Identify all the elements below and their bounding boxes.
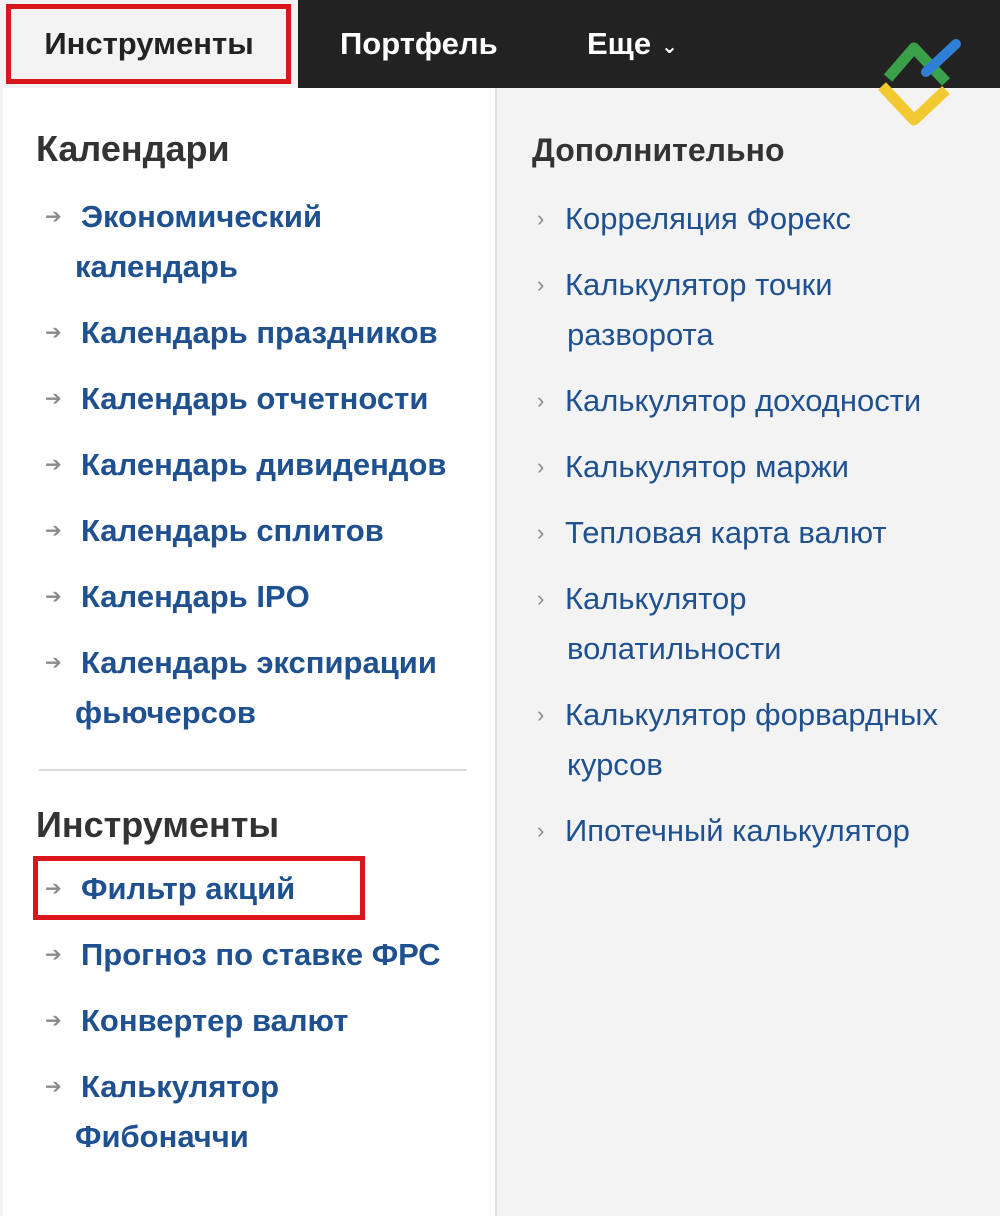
link-label: фьючерсов	[75, 695, 256, 730]
link-label: Калькулятор точки	[565, 267, 833, 302]
link-profit-calculator[interactable]: › Калькулятор доходности	[537, 376, 921, 426]
arrow-right-icon: ➔	[45, 944, 62, 966]
dropdown-panel: Календари ➔ Экономический календарь ➔ Ка…	[0, 88, 1000, 1216]
link-label: Калькулятор	[81, 1069, 280, 1104]
link-margin-calculator[interactable]: › Калькулятор маржи	[537, 442, 849, 492]
link-label: Экономический	[81, 199, 323, 234]
arrow-right-icon: ➔	[45, 388, 62, 410]
arrow-right-icon: ➔	[45, 1076, 62, 1098]
link-label: Ипотечный калькулятор	[565, 813, 910, 848]
right-column: Дополнительно › Корреляция Форекс › Каль…	[499, 88, 1000, 1216]
link-label: Календарь праздников	[81, 315, 438, 350]
link-pivot-point-calculator[interactable]: › Калькулятор точки разворота	[537, 260, 833, 360]
arrow-right-icon: ➔	[45, 322, 62, 344]
chevron-right-icon: ›	[537, 206, 545, 231]
link-label: Фильтр акций	[81, 871, 296, 906]
chevron-right-icon: ›	[537, 388, 545, 413]
link-label: Календарь дивидендов	[81, 447, 447, 482]
link-earnings-calendar[interactable]: ➔ Календарь отчетности	[45, 374, 428, 424]
tab-more-label: Еще	[587, 26, 652, 61]
link-label: Калькулятор форвардных	[565, 697, 938, 732]
link-stock-screener[interactable]: ➔ Фильтр акций	[45, 864, 295, 914]
section-title-additional: Дополнительно	[532, 132, 785, 168]
tab-instruments-label: Инструменты	[44, 26, 254, 61]
tab-portfolio[interactable]: Портфель	[340, 0, 498, 88]
top-nav-bar: Инструменты Портфель Еще ⌄	[0, 0, 1000, 88]
link-dividends-calendar[interactable]: ➔ Календарь дивидендов	[45, 440, 446, 490]
link-label: Калькулятор доходности	[565, 383, 922, 418]
section-title-tools: Инструменты	[36, 804, 280, 845]
link-forex-correlation[interactable]: › Корреляция Форекс	[537, 194, 851, 244]
arrow-right-icon: ➔	[45, 586, 62, 608]
link-label: курсов	[567, 747, 663, 782]
link-label: Тепловая карта валют	[565, 515, 887, 550]
arrow-right-icon: ➔	[45, 520, 62, 542]
left-column: Календари ➔ Экономический календарь ➔ Ка…	[3, 88, 497, 1216]
chevron-right-icon: ›	[537, 520, 545, 545]
link-label: Калькулятор маржи	[565, 449, 849, 484]
link-label: волатильности	[567, 631, 782, 666]
link-futures-expiration-calendar[interactable]: ➔ Календарь экспирации фьючерсов	[45, 638, 437, 738]
section-title-calendars: Календари	[36, 128, 230, 169]
arrow-right-icon: ➔	[45, 652, 62, 674]
chevron-right-icon: ›	[537, 454, 545, 479]
link-label: Календарь экспирации	[81, 645, 437, 680]
link-label: Прогноз по ставке ФРС	[81, 937, 441, 972]
link-economic-calendar[interactable]: ➔ Экономический календарь	[45, 192, 322, 292]
link-label: календарь	[75, 249, 238, 284]
arrow-right-icon: ➔	[45, 206, 62, 228]
link-label: Календарь IPO	[81, 579, 310, 614]
chevron-right-icon: ›	[537, 818, 545, 843]
link-label: Корреляция Форекс	[565, 201, 852, 236]
link-fibonacci-calculator[interactable]: ➔ Калькулятор Фибоначчи	[45, 1062, 279, 1162]
tab-more[interactable]: Еще ⌄	[587, 0, 678, 88]
chevron-right-icon: ›	[537, 702, 545, 727]
chevron-down-icon: ⌄	[661, 35, 678, 58]
link-ipo-calendar[interactable]: ➔ Календарь IPO	[45, 572, 310, 622]
arrow-right-icon: ➔	[45, 454, 62, 476]
brand-logo-icon	[877, 39, 961, 126]
link-mortgage-calculator[interactable]: › Ипотечный калькулятор	[537, 806, 910, 856]
link-label: Календарь отчетности	[81, 381, 429, 416]
arrow-right-icon: ➔	[45, 878, 62, 900]
link-currency-converter[interactable]: ➔ Конвертер валют	[45, 996, 348, 1046]
chevron-right-icon: ›	[537, 272, 545, 297]
tab-instruments[interactable]: Инструменты	[0, 0, 298, 88]
link-label: Калькулятор	[565, 581, 747, 616]
link-label: Календарь сплитов	[81, 513, 384, 548]
link-forward-rates-calculator[interactable]: › Калькулятор форвардных курсов	[537, 690, 938, 790]
link-volatility-calculator[interactable]: › Калькулятор волатильности	[537, 574, 781, 674]
link-fed-rate-forecast[interactable]: ➔ Прогноз по ставке ФРС	[45, 930, 440, 980]
link-label: Фибоначчи	[75, 1119, 249, 1154]
link-holidays-calendar[interactable]: ➔ Календарь праздников	[45, 308, 438, 358]
link-label: Конвертер валют	[81, 1003, 349, 1038]
link-splits-calendar[interactable]: ➔ Календарь сплитов	[45, 506, 384, 556]
chevron-right-icon: ›	[537, 586, 545, 611]
link-label: разворота	[567, 317, 714, 352]
arrow-right-icon: ➔	[45, 1010, 62, 1032]
tab-portfolio-label: Портфель	[340, 26, 498, 61]
section-divider	[39, 769, 467, 771]
link-currency-heatmap[interactable]: › Тепловая карта валют	[537, 508, 887, 558]
